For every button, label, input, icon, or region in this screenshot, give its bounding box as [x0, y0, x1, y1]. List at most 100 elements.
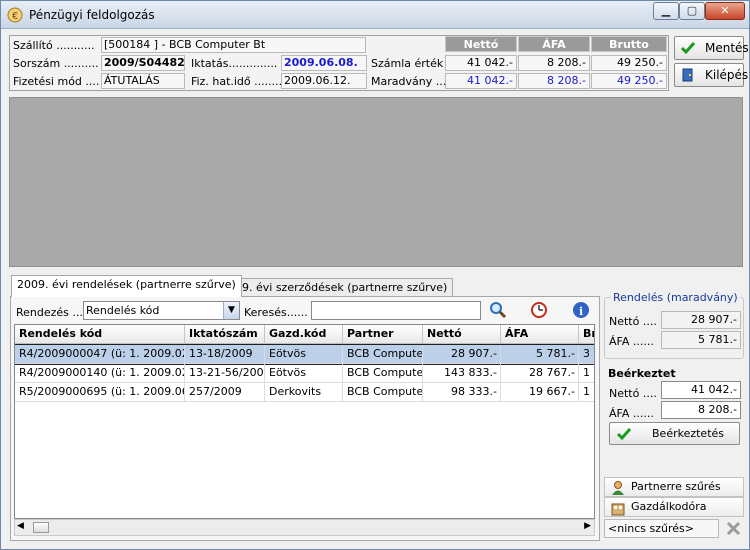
horizontal-scrollbar[interactable]: ◀ ▶: [14, 519, 595, 536]
clear-filter-icon[interactable]: [725, 520, 742, 537]
search-icon[interactable]: [489, 301, 507, 319]
invoice-value-label: Számla érték ..: [371, 57, 454, 70]
supplier-label: Szállító ...........: [13, 39, 95, 52]
table-row[interactable]: R4/2009000140 (ü: 1. 2009.02.) 13-21-56/…: [15, 364, 594, 383]
exit-button[interactable]: Kilépés: [674, 63, 748, 87]
sort-select[interactable]: Rendelés kód ▼: [83, 301, 240, 320]
serial-label: Sorszám ..........: [13, 57, 99, 70]
chevron-down-icon[interactable]: ▼: [223, 302, 239, 319]
main-window: € Pénzügyi feldolgozás ▁ ▢ ✕ Szállító ..…: [0, 0, 750, 550]
partner-filter-button[interactable]: Partnerre szűrés: [604, 477, 744, 497]
title-bar: € Pénzügyi feldolgozás ▁ ▢ ✕: [1, 1, 749, 29]
cell-unit-code: Eötvös: [265, 364, 343, 383]
remainder-group-title: Rendelés (maradvány): [611, 291, 740, 304]
document-preview-area: [9, 97, 743, 267]
col-header-vat[interactable]: ÁFA: [501, 325, 579, 344]
remainder-vat-value: 8 208.-: [518, 73, 590, 89]
search-label: Keresés......: [244, 306, 308, 319]
scroll-left-icon[interactable]: ◀: [17, 521, 24, 531]
sort-label: Rendezés ...: [16, 306, 83, 319]
tab-orders[interactable]: 2009. évi rendelések (partnerre szűrve): [11, 275, 242, 297]
rem-net-value: 28 907.-: [661, 311, 741, 329]
cell-filing-number: 257/2009: [185, 383, 265, 402]
unit-filter-button[interactable]: Gazdálkodóra szűrés: [604, 497, 744, 531]
partner-filter-label: Partnerre szűrés: [631, 480, 721, 493]
cell-vat: 19 667.-: [501, 383, 579, 402]
remainder-label: Maradvány .....: [371, 75, 454, 88]
save-button[interactable]: Mentés: [674, 36, 749, 60]
person-icon: [612, 481, 624, 495]
payment-method-field: ÁTUTALÁS: [101, 73, 185, 89]
cell-gross: 1: [579, 383, 594, 402]
receipt-net-input[interactable]: 41 042.-: [661, 381, 741, 399]
due-date-field: 2009.06.12.: [281, 73, 367, 89]
exit-door-icon: [682, 68, 693, 82]
cell-partner: BCB Computer: [343, 383, 423, 402]
table-row[interactable]: R4/2009000047 (ü: 1. 2009.02.) 13-18/200…: [15, 344, 594, 365]
filter-status: <nincs szűrés>: [604, 519, 719, 538]
invoice-vat-value: 8 208.-: [518, 55, 590, 71]
building-icon: [611, 503, 625, 516]
maximize-button[interactable]: ▢: [679, 2, 705, 20]
receipt-vat-input[interactable]: 8 208.-: [661, 401, 741, 419]
invoice-net-value: 41 042.-: [445, 55, 517, 71]
save-label: Mentés: [705, 41, 749, 55]
col-header-partner[interactable]: Partner: [343, 325, 423, 344]
receipt-title: Beérkeztet: [608, 367, 676, 380]
orders-table: Rendelés kód Iktatószám Gazd.kód Partner…: [14, 324, 595, 519]
cell-net: 143 833.-: [423, 364, 501, 383]
net-column-header: Nettó: [445, 36, 517, 52]
scrollbar-thumb[interactable]: [33, 522, 49, 533]
col-header-net[interactable]: Nettó: [423, 325, 501, 344]
receipt-button[interactable]: Beérkeztetés: [609, 422, 740, 445]
info-icon[interactable]: i: [572, 301, 590, 319]
cell-net: 28 907.-: [423, 345, 501, 364]
minimize-icon: ▁: [661, 4, 671, 17]
search-input[interactable]: [311, 301, 481, 320]
cell-vat: 5 781.-: [501, 345, 579, 364]
svg-text:i: i: [579, 305, 583, 318]
minimize-button[interactable]: ▁: [653, 2, 679, 20]
col-header-gross[interactable]: Br: [579, 325, 594, 344]
remainder-net-value: 41 042.-: [445, 73, 517, 89]
sort-select-value: Rendelés kód: [86, 304, 160, 317]
cell-order-code: R4/2009000047 (ü: 1. 2009.02.): [15, 345, 185, 364]
close-button[interactable]: ✕: [705, 2, 745, 20]
cell-gross: 3: [579, 345, 594, 364]
cell-filing-number: 13-18/2009: [185, 345, 265, 364]
cell-partner: BCB Computer: [343, 364, 423, 383]
col-header-filing-number[interactable]: Iktatószám: [185, 325, 265, 344]
table-row[interactable]: R5/2009000695 (ü: 1. 2009.06.) 257/2009 …: [15, 383, 594, 402]
svg-text:€: €: [12, 11, 18, 22]
checkmark-icon: [616, 428, 632, 441]
exit-label: Kilépés: [705, 68, 749, 82]
rem-net-label: Nettó ....: [609, 315, 657, 328]
receipt-button-label: Beérkeztetés: [652, 427, 725, 440]
cell-unit-code: Derkovits: [265, 383, 343, 402]
supplier-field: [500184 ] - BCB Computer Bt: [101, 37, 366, 53]
cell-partner: BCB Computer: [343, 345, 423, 364]
gross-column-header: Brutto: [591, 36, 667, 52]
serial-field: 2009/S04482: [101, 55, 185, 71]
receipt-net-label: Nettó ....: [609, 387, 657, 400]
vat-column-header: ÁFA: [518, 36, 590, 52]
clock-icon[interactable]: [530, 301, 548, 319]
tab-contracts[interactable]: 2009. évi szerződések (partnerre szűrve): [215, 278, 454, 298]
cell-vat: 28 767.-: [501, 364, 579, 383]
app-icon: €: [7, 7, 23, 23]
window-title: Pénzügyi feldolgozás: [29, 8, 155, 22]
payment-method-label: Fizetési mód ....: [13, 75, 100, 88]
checkmark-icon: [680, 42, 696, 55]
col-header-order-code[interactable]: Rendelés kód: [15, 325, 185, 344]
cell-order-code: R5/2009000695 (ü: 1. 2009.06.): [15, 383, 185, 402]
maximize-icon: ▢: [686, 4, 698, 17]
rem-vat-value: 5 781.-: [661, 331, 741, 349]
col-header-unit-code[interactable]: Gazd.kód: [265, 325, 343, 344]
cell-unit-code: Eötvös: [265, 345, 343, 364]
close-icon: ✕: [720, 4, 730, 17]
remainder-gross-value: 49 250.-: [591, 73, 667, 89]
invoice-gross-value: 49 250.-: [591, 55, 667, 71]
filing-date-field: 2009.06.08.: [281, 55, 367, 71]
rem-vat-label: ÁFA ......: [609, 335, 654, 348]
scroll-right-icon[interactable]: ▶: [584, 521, 591, 531]
